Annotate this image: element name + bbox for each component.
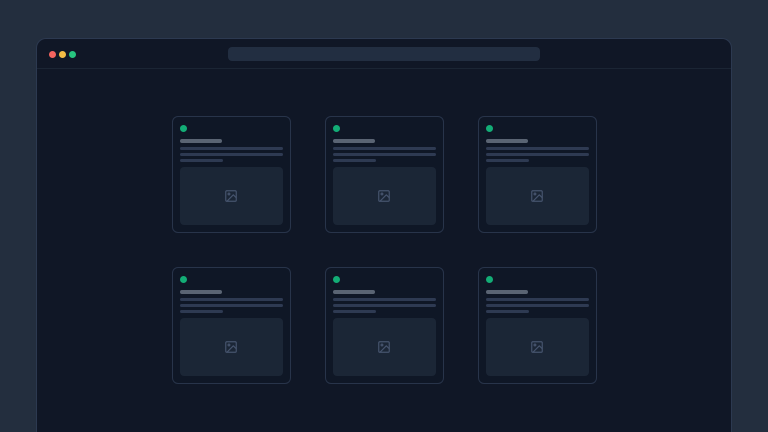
text-line-skeleton — [180, 304, 283, 307]
window-titlebar — [37, 39, 731, 69]
status-dot — [486, 125, 493, 132]
title-skeleton — [180, 139, 222, 143]
text-line-skeleton — [333, 310, 376, 313]
title-skeleton — [486, 290, 528, 294]
placeholder-card[interactable] — [172, 116, 291, 233]
text-line-skeleton — [180, 159, 223, 162]
minimize-button[interactable] — [59, 51, 66, 58]
image-icon — [530, 189, 544, 203]
maximize-button[interactable] — [69, 51, 76, 58]
placeholder-card[interactable] — [172, 267, 291, 384]
text-line-skeleton — [333, 304, 436, 307]
image-icon — [224, 340, 238, 354]
image-icon — [377, 340, 391, 354]
image-placeholder — [486, 167, 589, 225]
title-skeleton — [180, 290, 222, 294]
window-controls — [49, 39, 76, 69]
status-dot — [333, 125, 340, 132]
text-line-skeleton — [180, 310, 223, 313]
text-line-skeleton — [333, 153, 436, 156]
text-line-skeleton — [333, 147, 436, 150]
image-icon — [377, 189, 391, 203]
title-skeleton — [486, 139, 528, 143]
status-dot — [180, 276, 187, 283]
title-skeleton — [333, 290, 375, 294]
status-dot — [486, 276, 493, 283]
text-line-skeleton — [486, 304, 589, 307]
image-placeholder — [333, 167, 436, 225]
placeholder-card[interactable] — [325, 267, 444, 384]
text-line-skeleton — [333, 298, 436, 301]
title-skeleton — [333, 139, 375, 143]
card-grid — [172, 116, 597, 384]
image-icon — [224, 189, 238, 203]
text-line-skeleton — [486, 153, 589, 156]
image-placeholder — [333, 318, 436, 376]
text-line-skeleton — [180, 298, 283, 301]
text-line-skeleton — [180, 147, 283, 150]
browser-window — [36, 38, 732, 432]
placeholder-card[interactable] — [478, 267, 597, 384]
placeholder-card[interactable] — [325, 116, 444, 233]
status-dot — [333, 276, 340, 283]
image-placeholder — [180, 318, 283, 376]
text-line-skeleton — [486, 298, 589, 301]
address-bar[interactable] — [228, 47, 540, 61]
text-line-skeleton — [486, 310, 529, 313]
close-button[interactable] — [49, 51, 56, 58]
text-line-skeleton — [180, 153, 283, 156]
image-icon — [530, 340, 544, 354]
image-placeholder — [486, 318, 589, 376]
desktop-background — [0, 0, 768, 432]
text-line-skeleton — [486, 159, 529, 162]
text-line-skeleton — [486, 147, 589, 150]
image-placeholder — [180, 167, 283, 225]
status-dot — [180, 125, 187, 132]
window-content — [37, 69, 731, 384]
text-line-skeleton — [333, 159, 376, 162]
placeholder-card[interactable] — [478, 116, 597, 233]
